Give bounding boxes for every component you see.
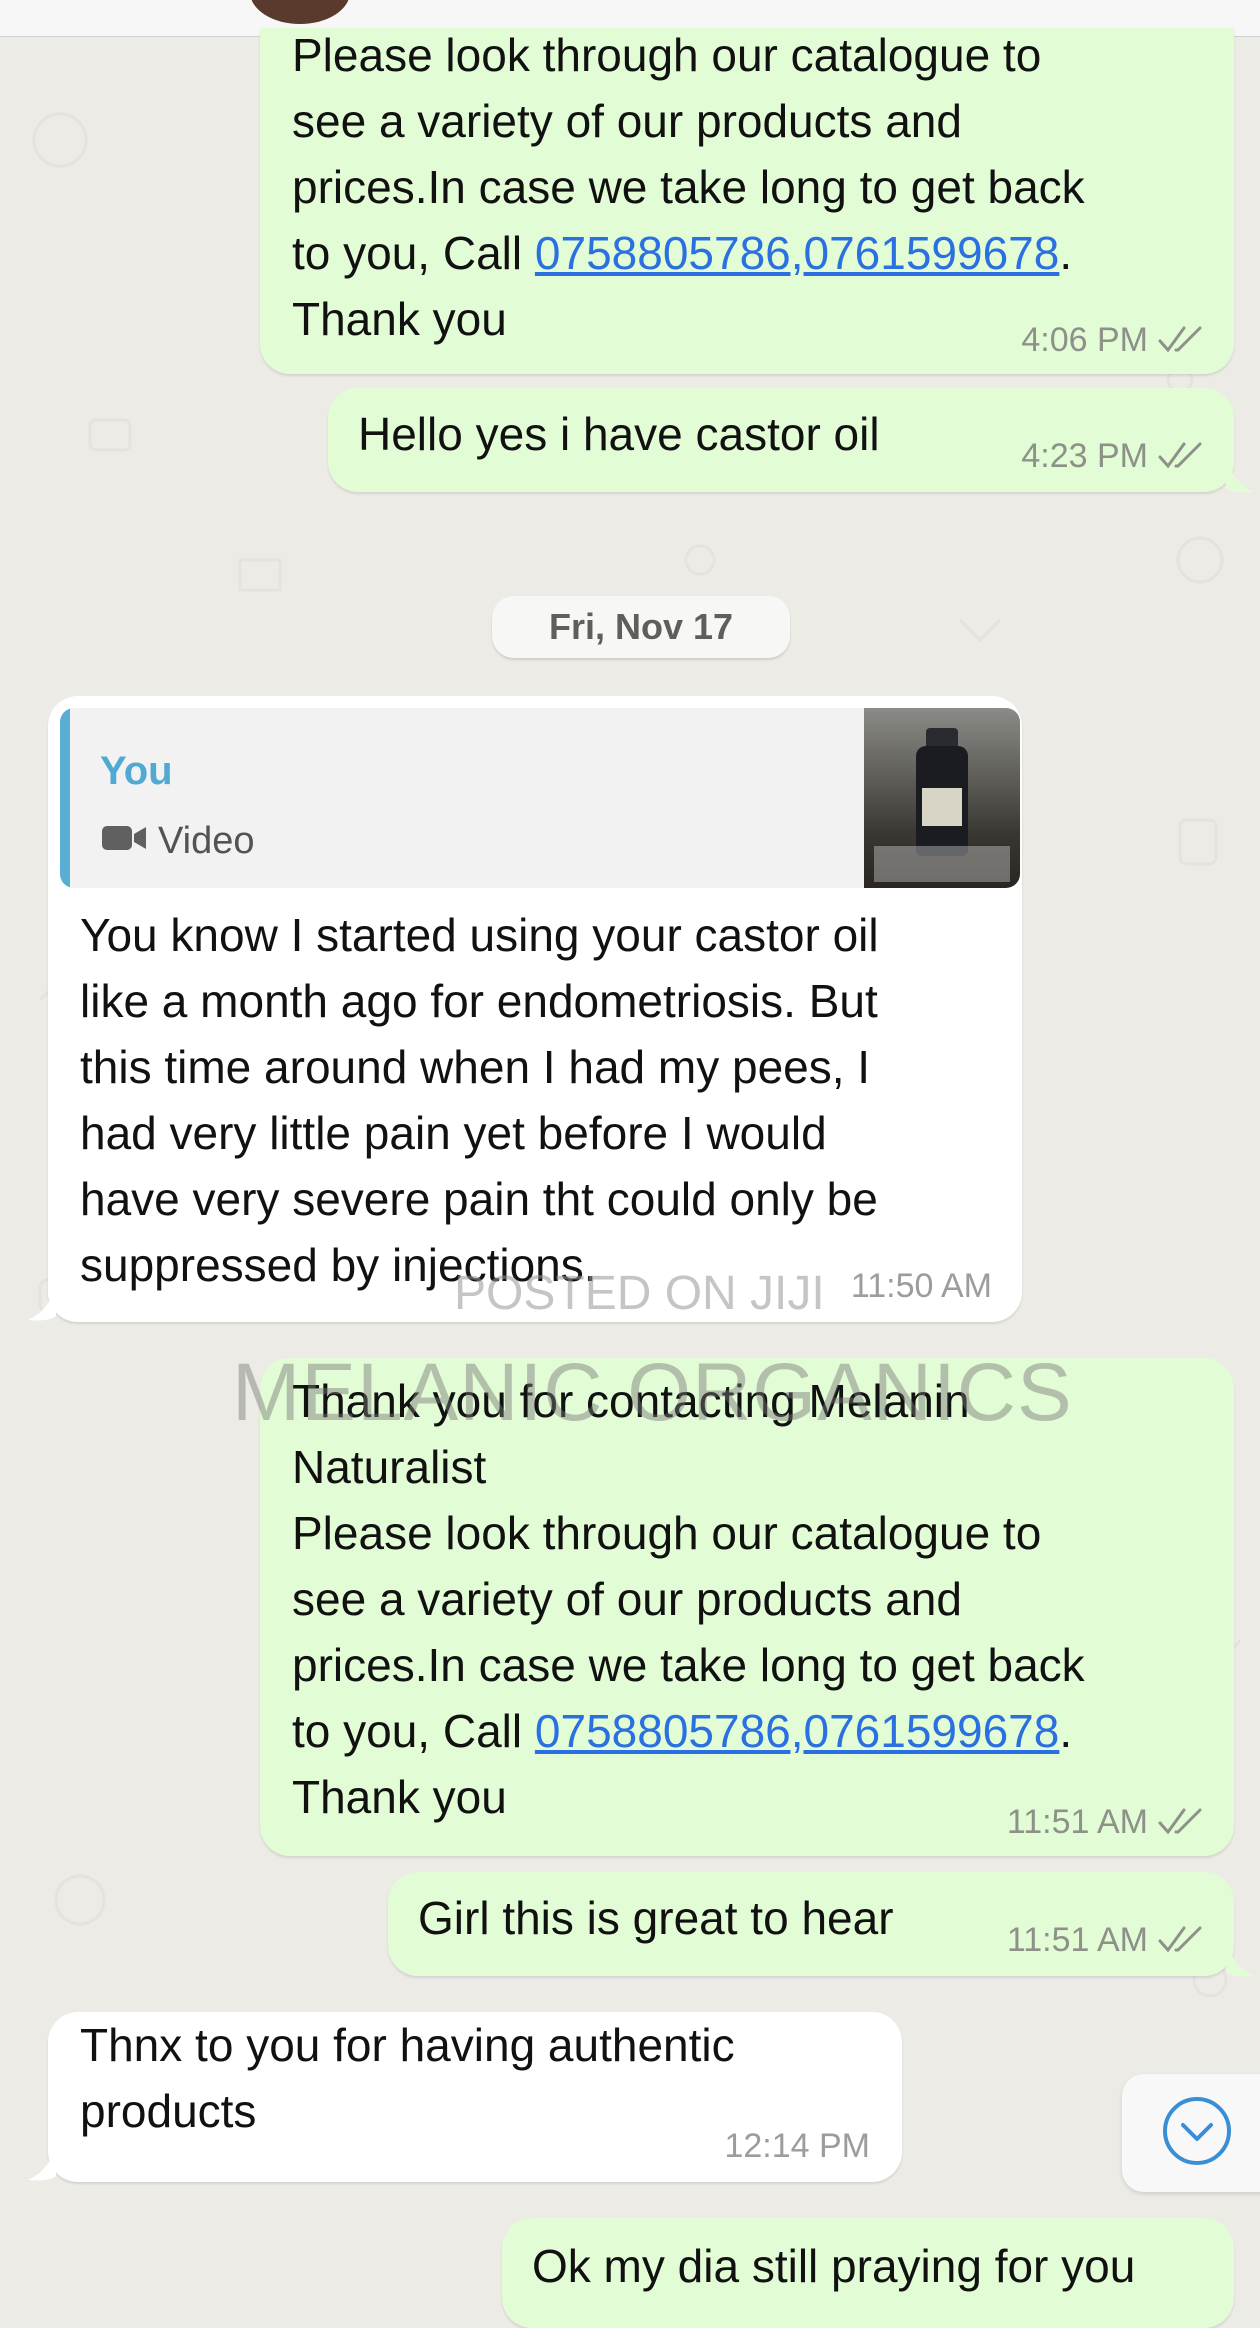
- message-meta: 4:06 PM: [1021, 320, 1206, 360]
- message-time: 4:23 PM: [1021, 437, 1148, 475]
- contact-avatar[interactable]: [250, 0, 350, 24]
- date-separator: Fri, Nov 17: [492, 596, 790, 658]
- message-meta: 12:14 PM: [724, 2126, 870, 2166]
- message-time: 11:50 AM: [850, 1267, 992, 1305]
- scroll-to-bottom-button[interactable]: [1122, 2074, 1260, 2192]
- phone-link[interactable]: 0758805786,0761599678: [535, 227, 1059, 279]
- double-check-icon: [1158, 441, 1206, 471]
- message-outgoing-castor-oil[interactable]: Hello yes i have castor oil 4:23 PM: [328, 388, 1234, 492]
- bubble-tail: [1226, 456, 1254, 493]
- message-incoming-thanks[interactable]: Thnx to you for having authentic product…: [48, 2012, 902, 2182]
- message-meta: 4:23 PM: [1021, 436, 1206, 476]
- phone-link[interactable]: 0758805786,0761599678: [535, 1705, 1059, 1757]
- message-incoming-endometriosis[interactable]: You Video You know I started using your …: [48, 696, 1022, 1322]
- video-thumbnail[interactable]: [864, 708, 1020, 888]
- message-text: Thnx to you for having authentic product…: [80, 2019, 735, 2137]
- message-outgoing-great-to-hear[interactable]: Girl this is great to hear 11:51 AM: [388, 1872, 1234, 1976]
- quoted-message[interactable]: You Video: [60, 708, 1020, 888]
- bubble-tail: [1226, 1940, 1254, 1977]
- double-check-icon: [1158, 325, 1206, 355]
- message-text: You know I started using your castor oil…: [80, 909, 879, 1291]
- message-time: 4:06 PM: [1021, 321, 1148, 359]
- message-time: 11:51 AM: [1006, 1803, 1148, 1841]
- message-time: 12:14 PM: [724, 2127, 870, 2165]
- video-camera-icon: [100, 808, 148, 874]
- thumbnail-caption: [874, 846, 1010, 882]
- bubble-tail: [28, 1284, 56, 1321]
- message-outgoing-catalogue[interactable]: Please look through our catalogue to see…: [260, 28, 1234, 374]
- double-check-icon: [1158, 1925, 1206, 1955]
- message-outgoing-auto-reply[interactable]: Thank you for contacting Melanin Natural…: [260, 1358, 1234, 1856]
- quote-media-label: Video: [158, 820, 255, 862]
- chevron-down-circle-icon: [1161, 2095, 1233, 2172]
- message-outgoing-praying[interactable]: Ok my dia still praying for you: [502, 2218, 1234, 2328]
- quote-media-type: Video: [100, 808, 255, 874]
- message-text: Thank you for contacting Melanin Natural…: [292, 1375, 1085, 1757]
- bubble-tail: [28, 2144, 56, 2181]
- bottle-label: [922, 788, 962, 826]
- quote-author: You: [100, 749, 173, 793]
- message-meta: 11:51 AM: [1007, 1802, 1206, 1842]
- message-meta: 11:51 AM: [1007, 1920, 1206, 1960]
- quote-accent-bar: [60, 708, 70, 888]
- message-meta: 11:50 AM: [851, 1266, 992, 1306]
- message-time: 11:51 AM: [1006, 1921, 1148, 1959]
- double-check-icon: [1158, 1807, 1206, 1837]
- message-text: Ok my dia still praying for you: [532, 2240, 1136, 2292]
